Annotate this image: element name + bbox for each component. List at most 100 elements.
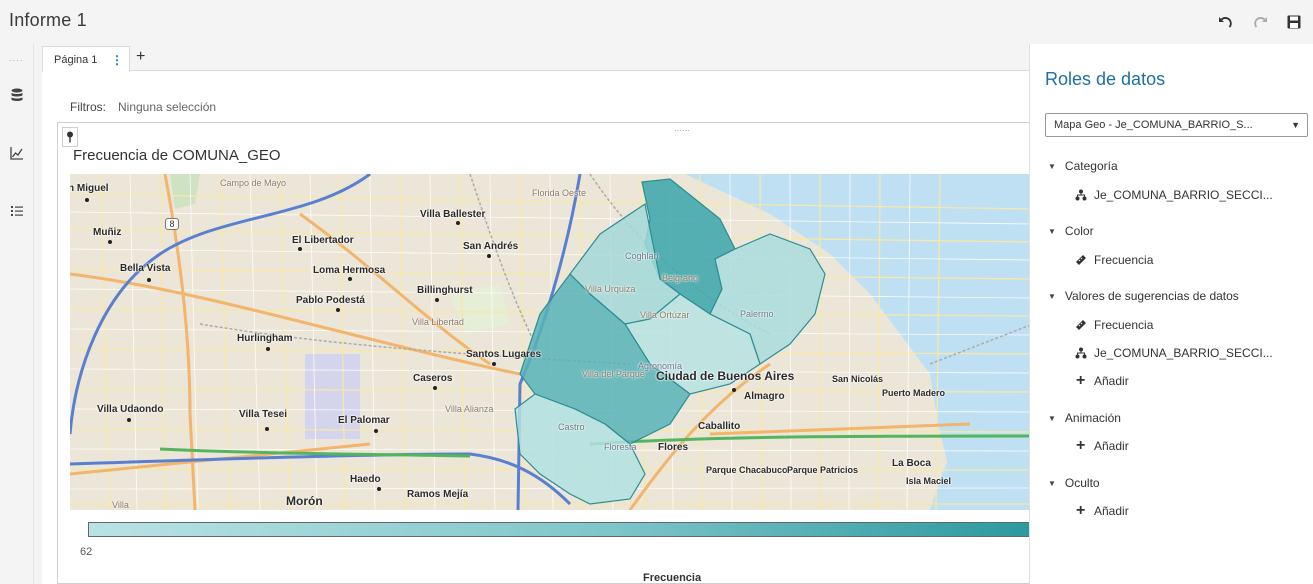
tab-page-1[interactable]: Página 1 ⋮	[42, 46, 130, 72]
add-tooltip-value-button[interactable]: + Añadir	[1075, 373, 1129, 389]
map-label: Floresta	[604, 442, 637, 452]
report-canvas: Página 1 ⋮ + Filtros: Ninguna selección ⋯…	[42, 44, 1033, 584]
place-dot	[374, 429, 378, 433]
pin-icon[interactable]	[62, 127, 78, 147]
map-label: Campo de Mayo	[220, 178, 287, 188]
route-shield: 8	[165, 218, 179, 230]
role-item-measure[interactable]: Frecuencia	[1075, 318, 1153, 332]
map-label: Villa Ballester	[420, 209, 486, 220]
object-select[interactable]: Mapa Geo - Je_COMUNA_BARRIO_S... ▼	[1045, 113, 1308, 137]
save-icon[interactable]	[1281, 12, 1307, 32]
data-icon[interactable]	[4, 84, 30, 106]
grip-icon[interactable]: ····	[9, 56, 24, 65]
collapse-icon: ▼	[1048, 291, 1056, 301]
map-label: Ramos Mejía	[407, 489, 469, 500]
measure-icon	[1075, 254, 1087, 266]
role-item-measure[interactable]: Frecuencia	[1075, 253, 1153, 267]
role-item-label: Frecuencia	[1094, 253, 1154, 267]
map-label: Santos Lugares	[466, 349, 542, 360]
section-label: Oculto	[1064, 476, 1100, 490]
section-animacion[interactable]: ▼ Animación	[1048, 411, 1121, 425]
section-categoria[interactable]: ▼ Categoría	[1048, 159, 1118, 173]
report-title[interactable]: Informe 1	[9, 10, 87, 31]
map-label: Coghlan	[625, 251, 659, 261]
geo-map[interactable]: n Miguel Campo de Mayo Florida Oeste Vil…	[70, 174, 1033, 510]
map-label: El Libertador	[292, 235, 354, 246]
add-animation-button[interactable]: + Añadir	[1075, 437, 1129, 454]
chart-icon[interactable]	[4, 142, 30, 164]
geo-map-object[interactable]: ⋯⋯ Frecuencia de COMUNA_GEO n Miguel Cam…	[57, 122, 1033, 584]
map-label: Morón	[286, 494, 323, 508]
place-dot	[127, 418, 131, 422]
legend-min-value: 62	[80, 546, 93, 558]
hierarchy-icon	[1075, 347, 1087, 359]
map-base	[70, 174, 1033, 510]
undo-icon[interactable]	[1213, 12, 1239, 32]
place-dot	[435, 298, 439, 302]
section-oculto[interactable]: ▼ Oculto	[1048, 476, 1100, 490]
place-dot	[487, 254, 491, 258]
section-label: Animación	[1064, 411, 1121, 425]
plus-icon: +	[1076, 437, 1086, 454]
section-color[interactable]: ▼ Color	[1048, 224, 1094, 238]
map-label: San Andrés	[463, 241, 519, 252]
map-label: Villa Tesei	[239, 409, 287, 420]
map-label: Villa Ortúzar	[640, 310, 690, 320]
legend-title: Frecuencia	[643, 572, 702, 584]
map-label: Castro	[558, 422, 585, 432]
map-label: Belgrano	[661, 273, 699, 283]
map-label: La Boca	[892, 458, 931, 469]
place-dot	[377, 487, 381, 491]
role-item-label: Je_COMUNA_BARRIO_SECCI...	[1094, 346, 1273, 360]
map-label: Pablo Podestá	[296, 295, 365, 306]
add-page-button[interactable]: +	[136, 49, 150, 65]
map-label: Muñiz	[93, 227, 122, 238]
map-label: Haedo	[350, 474, 381, 485]
map-label: Villa Urquiza	[585, 284, 636, 294]
collapse-icon: ▼	[1048, 161, 1056, 171]
map-label: Agronomía	[638, 361, 683, 371]
page-tabs: Página 1 ⋮ +	[42, 44, 1029, 72]
tab-menu-icon[interactable]: ⋮	[111, 53, 123, 67]
map-label: Bella Vista	[120, 263, 171, 274]
place-dot	[492, 362, 496, 366]
filters-bar[interactable]: Filtros: Ninguna selección	[70, 100, 216, 114]
list-icon[interactable]	[4, 200, 30, 222]
redo-icon[interactable]	[1247, 12, 1273, 32]
role-item-category[interactable]: Je_COMUNA_BARRIO_SECCI...	[1075, 188, 1273, 202]
map-label: n Miguel	[70, 183, 109, 194]
map-label: Palermo	[740, 309, 774, 319]
filters-value: Ninguna selección	[118, 100, 217, 114]
map-label: Parque Patricios	[787, 465, 859, 475]
map-label: Loma Hermosa	[313, 265, 386, 276]
map-label: Caseros	[413, 373, 453, 384]
section-label: Valores de sugerencias de datos	[1064, 289, 1239, 303]
map-label: Florida Oeste	[532, 188, 587, 198]
place-dot	[265, 427, 269, 431]
drag-handle-icon[interactable]: ⋯⋯	[674, 126, 690, 135]
section-label: Categoría	[1064, 159, 1118, 173]
map-label: Isla Maciel	[906, 476, 952, 486]
map-label: Flores	[658, 442, 689, 453]
map-label: Billinghurst	[417, 285, 473, 296]
place-dot	[147, 278, 151, 282]
section-tooltip-values[interactable]: ▼ Valores de sugerencias de datos	[1048, 289, 1239, 303]
plus-icon: +	[1076, 502, 1086, 519]
map-label: Villa del Parque	[582, 369, 645, 379]
map-label: San Nicolás	[832, 374, 884, 384]
panel-title: Roles de datos	[1045, 69, 1166, 89]
add-hidden-button[interactable]: + Añadir	[1075, 502, 1129, 519]
role-item-category[interactable]: Je_COMUNA_BARRIO_SECCI...	[1075, 346, 1273, 360]
place-dot	[85, 198, 89, 202]
place-dot	[456, 221, 460, 225]
place-dot	[266, 347, 270, 351]
hierarchy-icon	[1075, 189, 1087, 201]
data-roles-panel: Roles de datos Mapa Geo - Je_COMUNA_BARR…	[1029, 44, 1313, 584]
collapse-icon: ▼	[1048, 226, 1056, 236]
place-dot	[348, 277, 352, 281]
collapse-icon: ▼	[1048, 478, 1056, 488]
place-dot	[732, 388, 736, 392]
role-item-label: Je_COMUNA_BARRIO_SECCI...	[1094, 188, 1273, 202]
map-label: Parque Chacabuco	[706, 465, 788, 475]
map-label: Villa Udaondo	[97, 404, 164, 415]
